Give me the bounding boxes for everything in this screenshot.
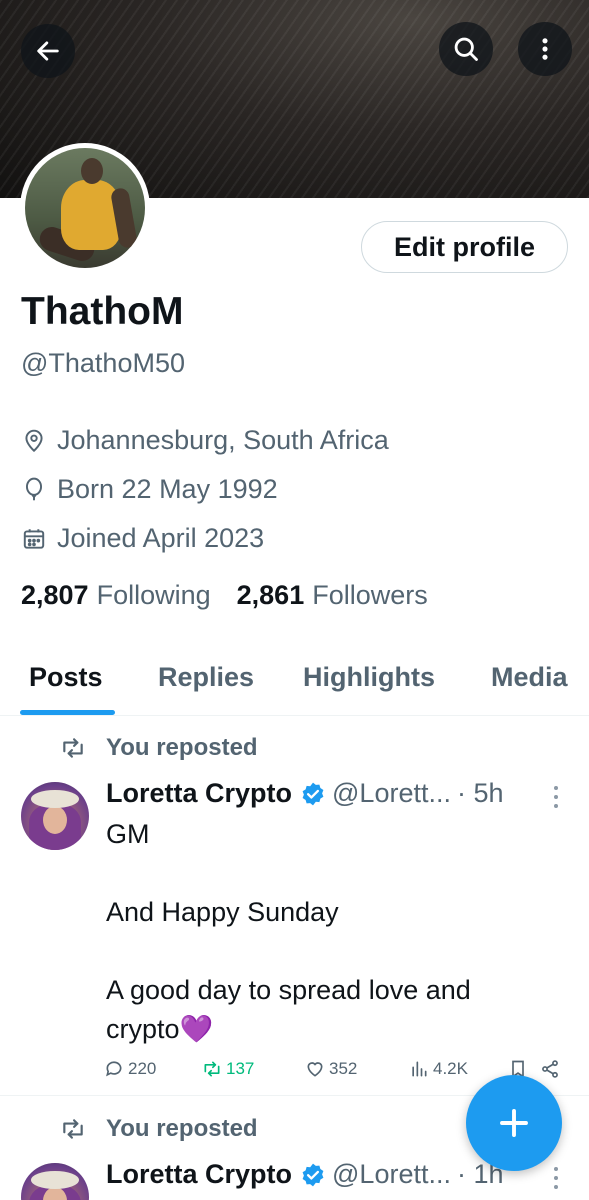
- plus-icon: [500, 1109, 528, 1137]
- author-avatar[interactable]: [21, 1163, 89, 1200]
- avatar-image: [25, 148, 145, 268]
- post-header: Loretta Crypto @Lorett... · 5h: [106, 778, 504, 809]
- followers-count[interactable]: 2,861: [237, 580, 305, 611]
- repost-button[interactable]: 137: [202, 1059, 254, 1079]
- repost-context: You reposted: [60, 734, 258, 762]
- followers-label[interactable]: Followers: [312, 580, 428, 611]
- views-chart-icon: [412, 1061, 427, 1077]
- views-count: 4.2K: [433, 1059, 468, 1078]
- edit-profile-button[interactable]: Edit profile: [361, 221, 568, 273]
- author-avatar[interactable]: [21, 782, 89, 850]
- verified-badge-icon: [302, 1163, 324, 1186]
- following-count[interactable]: 2,807: [21, 580, 89, 611]
- share-icon: [542, 1060, 558, 1078]
- post-text-line: [106, 932, 566, 971]
- tab-highlights[interactable]: Highlights: [303, 662, 435, 693]
- reply-count: 220: [128, 1059, 157, 1078]
- birthdate-text: Born 22 May 1992: [57, 474, 278, 504]
- joined-text: Joined April 2023: [57, 523, 265, 553]
- more-vertical-icon: [542, 38, 548, 60]
- heart-icon: [307, 1062, 323, 1077]
- search-button[interactable]: [439, 22, 493, 76]
- views-button[interactable]: 4.2K: [409, 1059, 468, 1079]
- post-text-line: A good day to spread love and: [106, 975, 471, 1005]
- author-handle[interactable]: @Lorett...: [332, 778, 451, 809]
- like-count: 352: [329, 1059, 358, 1078]
- post-more-icon[interactable]: [545, 1163, 567, 1193]
- balloon-icon: [25, 477, 43, 500]
- repost-label: You reposted: [106, 1115, 258, 1142]
- tab-media[interactable]: Media: [491, 662, 568, 693]
- search-icon: [454, 37, 478, 61]
- profile-location: Johannesburg, South Africa: [21, 425, 389, 456]
- author-name[interactable]: Loretta Crypto: [106, 1159, 292, 1190]
- reply-icon: [106, 1061, 122, 1077]
- profile-tabs: Posts Replies Highlights Media: [0, 648, 589, 716]
- post-text-line: GM: [106, 819, 150, 849]
- active-tab-indicator: [20, 710, 115, 715]
- post-text-line: And Happy Sunday: [106, 897, 339, 927]
- profile-handle: @ThathoM50: [21, 348, 185, 378]
- calendar-icon: [23, 528, 45, 549]
- more-options-button[interactable]: [518, 22, 572, 76]
- post-more-icon[interactable]: [545, 782, 567, 812]
- tab-posts[interactable]: Posts: [29, 662, 103, 693]
- profile-display-name: ThathoM: [21, 290, 184, 333]
- post-header: Loretta Crypto @Lorett... · 1h: [106, 1159, 504, 1190]
- following-label[interactable]: Following: [97, 580, 211, 611]
- tab-replies[interactable]: Replies: [158, 662, 254, 693]
- repost-label: You reposted: [106, 734, 258, 761]
- repost-count: 137: [226, 1059, 255, 1078]
- verified-badge-icon: [302, 782, 324, 805]
- post-text-line: crypto💜: [106, 1014, 214, 1044]
- repost-icon: [204, 1061, 220, 1077]
- repost-context: You reposted: [60, 1115, 258, 1143]
- post-text-line: [106, 854, 566, 893]
- back-button[interactable]: [21, 24, 75, 78]
- reply-button[interactable]: 220: [104, 1059, 156, 1079]
- arrow-left-icon: [37, 41, 59, 61]
- repost-icon: [63, 1119, 83, 1139]
- author-name[interactable]: Loretta Crypto: [106, 778, 292, 809]
- location-text: Johannesburg, South Africa: [57, 425, 389, 455]
- follow-stats: 2,807 Following 2,861 Followers: [21, 580, 454, 611]
- like-button[interactable]: 352: [305, 1059, 357, 1079]
- profile-avatar[interactable]: [20, 143, 150, 273]
- post-time: · 5h: [456, 778, 504, 808]
- profile-birthdate: Born 22 May 1992: [21, 474, 278, 505]
- post-text: GM And Happy Sunday A good day to spread…: [106, 815, 566, 1049]
- repost-icon: [63, 738, 83, 758]
- compose-post-button[interactable]: [466, 1075, 562, 1171]
- share-button[interactable]: [540, 1059, 564, 1079]
- location-pin-icon: [25, 429, 43, 452]
- post-item[interactable]: You reposted Loretta Crypto @Lorett... ·…: [0, 716, 589, 1096]
- author-handle[interactable]: @Lorett...: [332, 1159, 451, 1190]
- profile-joined: Joined April 2023: [21, 523, 264, 554]
